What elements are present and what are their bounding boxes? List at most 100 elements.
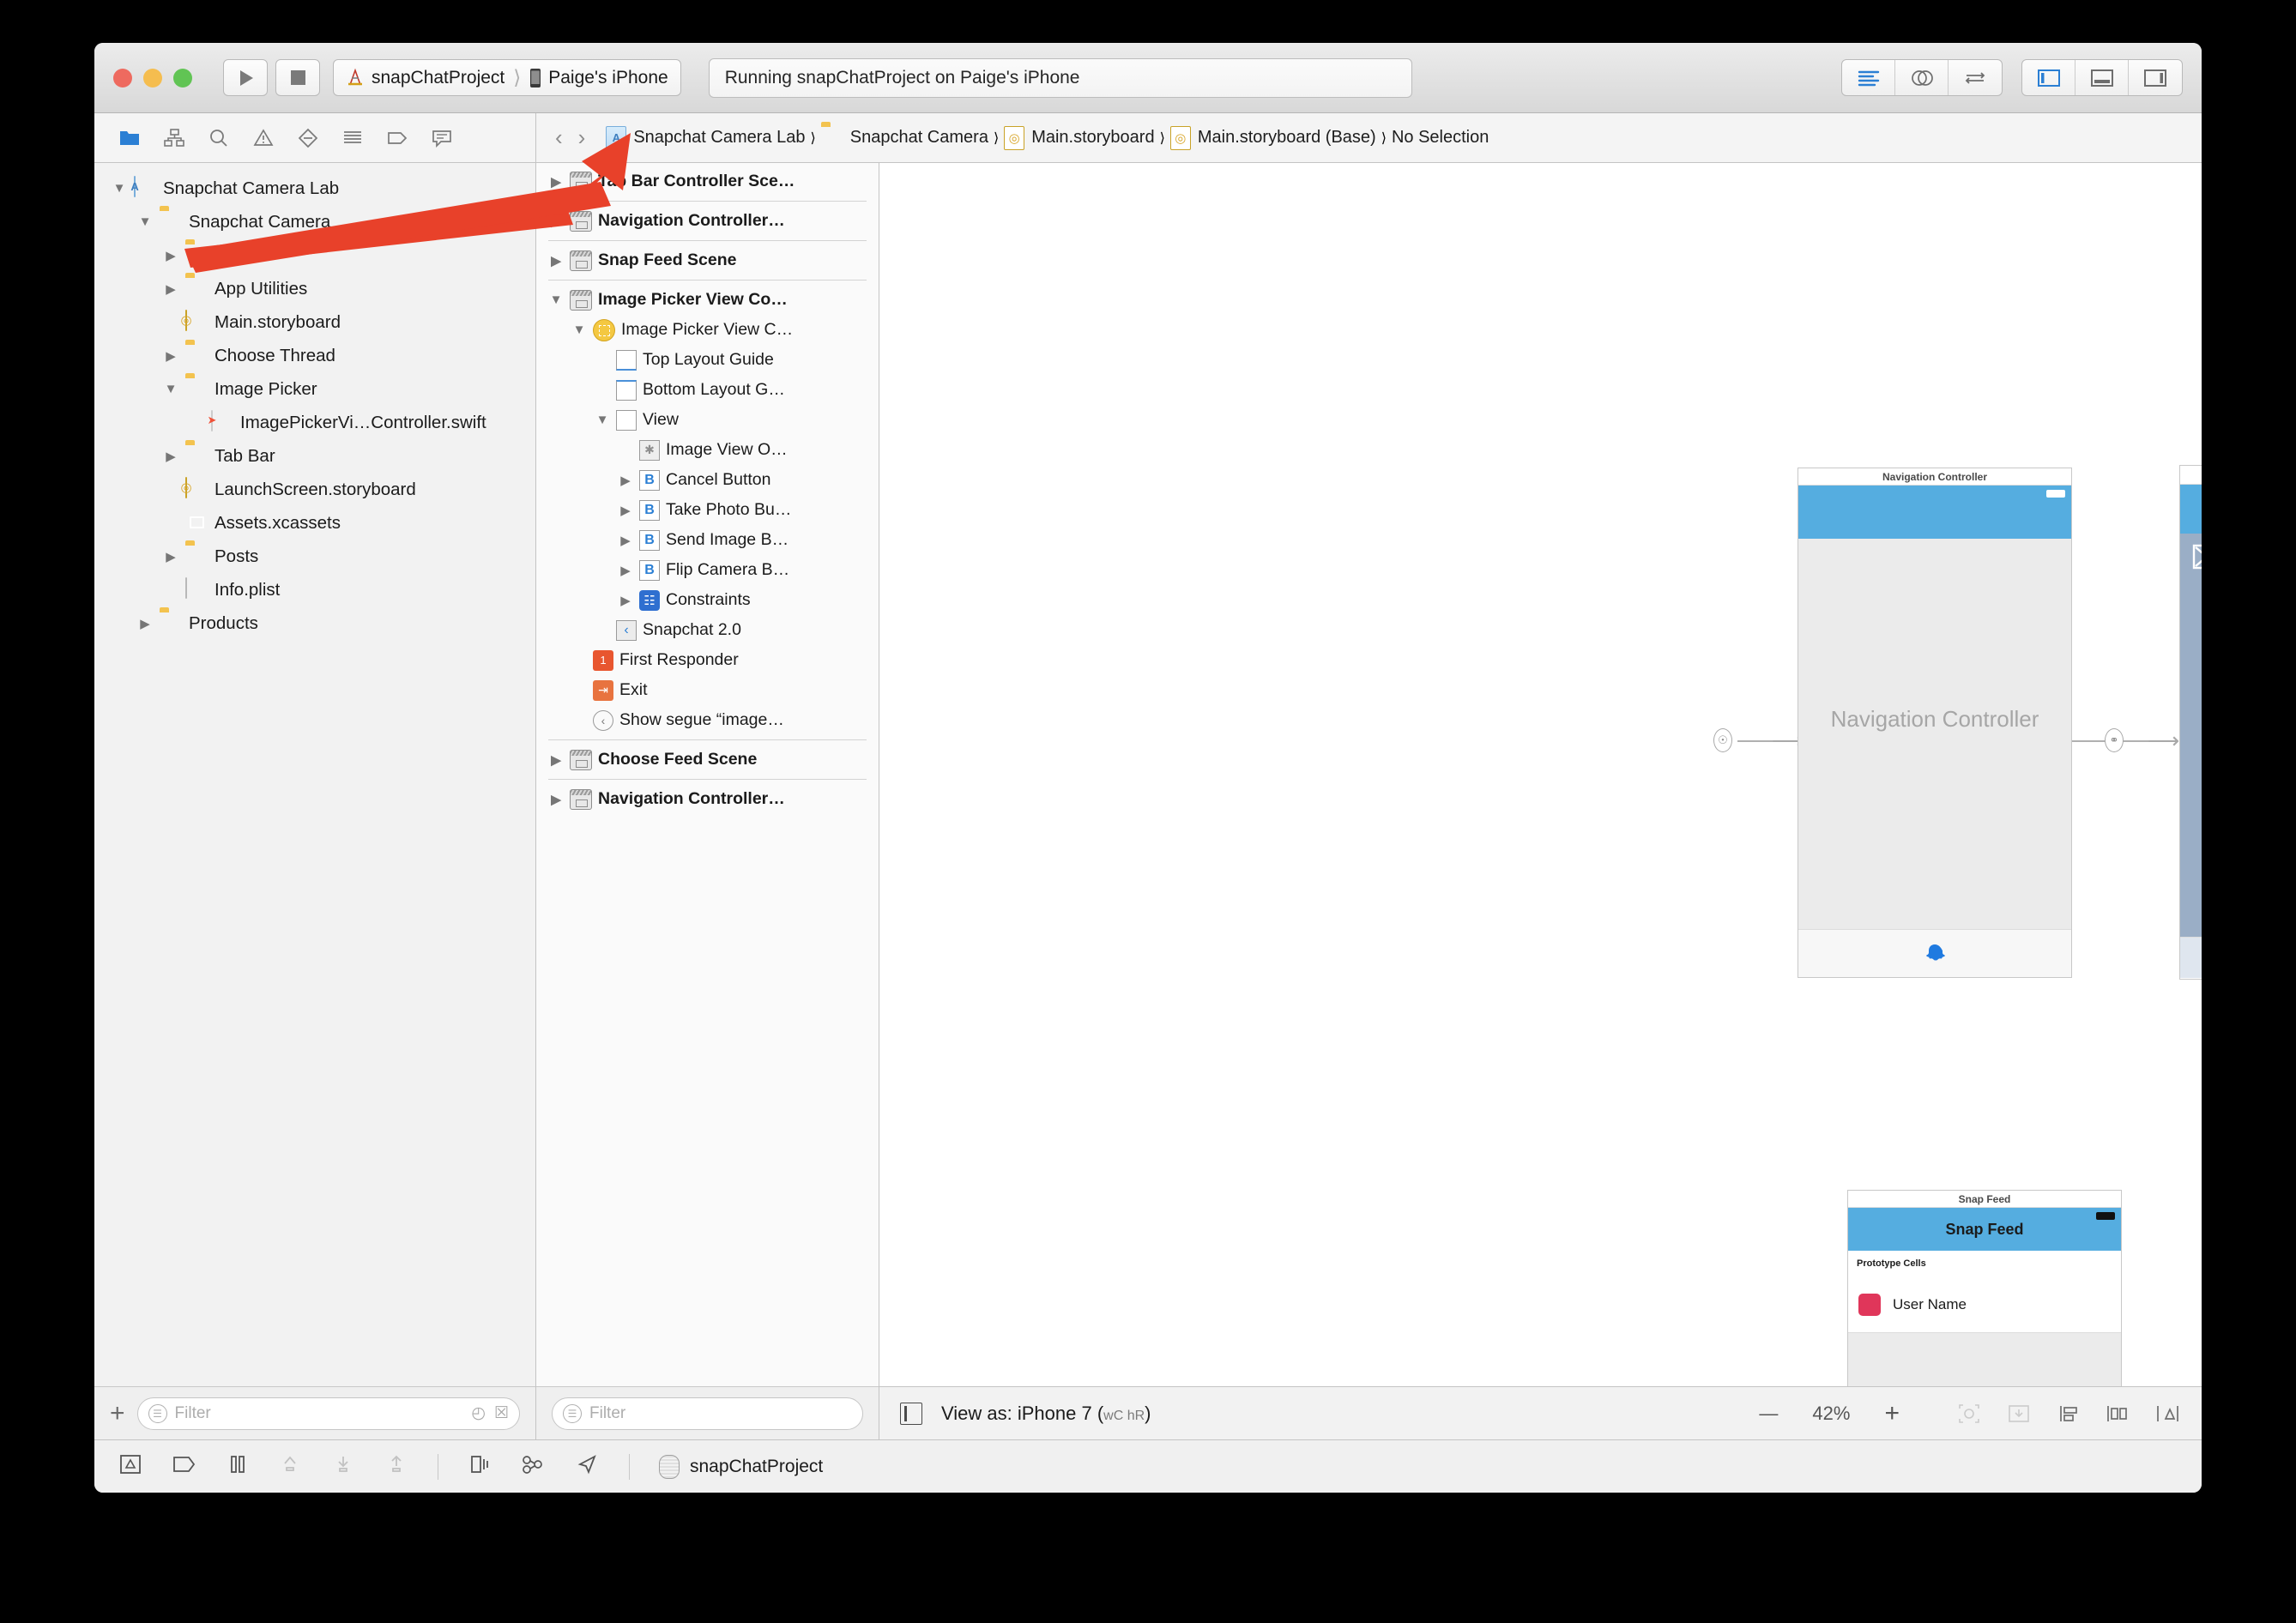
view-as-label[interactable]: View as: iPhone 7 (wC hR) <box>941 1403 1151 1425</box>
pause-icon[interactable] <box>227 1453 249 1481</box>
outline-row[interactable]: Image Picker View C… <box>536 315 879 345</box>
prototype-cell[interactable]: User Name <box>1848 1276 2121 1333</box>
outline-row[interactable]: ‹ Snapchat 2.0 <box>536 615 879 645</box>
maximize-window-button[interactable] <box>173 68 192 87</box>
navigator-row[interactable]: Products <box>94 606 535 640</box>
disclosure-triangle-icon[interactable] <box>618 563 633 578</box>
disclosure-triangle-icon[interactable] <box>548 293 564 307</box>
embed-in-icon[interactable] <box>2155 1403 2181 1425</box>
outline-row[interactable]: Snap Feed Scene <box>536 245 879 275</box>
issue-navigator-icon[interactable] <box>252 128 275 148</box>
align-icon[interactable] <box>2056 1403 2082 1425</box>
disclosure-triangle-icon[interactable] <box>548 214 564 229</box>
navigator-row[interactable]: Snapchat Camera Lab <box>94 172 535 205</box>
outline-row[interactable]: ⇥ Exit <box>536 675 879 705</box>
step-out-icon[interactable] <box>384 1453 408 1481</box>
breadcrumb-item-selection[interactable]: No Selection <box>1392 128 1489 148</box>
disclosure-triangle-icon[interactable] <box>163 382 178 396</box>
disclosure-triangle-icon[interactable] <box>618 473 633 488</box>
zoom-out-button[interactable]: — <box>1759 1403 1778 1425</box>
disclosure-triangle-icon[interactable] <box>163 248 178 263</box>
report-navigator-icon[interactable] <box>431 128 453 148</box>
test-navigator-icon[interactable] <box>297 128 319 148</box>
source-control-filter-icon[interactable]: ☒ <box>494 1403 509 1423</box>
scheme-selector[interactable]: snapChatProject ⟩ Paige's iPhone <box>333 59 681 96</box>
scene-image-picker[interactable]: Snapchat 2.0 UIImageView <box>2179 465 2202 980</box>
assistant-editor-button[interactable] <box>1895 60 1949 95</box>
breadcrumb-item-project[interactable]: Snapchat Camera Lab <box>606 125 805 150</box>
navigator-row[interactable]: Image Picker <box>94 372 535 406</box>
outline-row[interactable]: Choose Feed Scene <box>536 745 879 775</box>
view-hierarchy-icon[interactable] <box>468 1453 492 1481</box>
outline-row[interactable]: Navigation Controller… <box>536 206 879 236</box>
breakpoint-navigator-icon[interactable] <box>386 128 408 148</box>
location-simulate-icon[interactable] <box>576 1453 600 1481</box>
outline-row[interactable]: B Flip Camera B… <box>536 555 879 585</box>
scene-navigation-controller[interactable]: Navigation Controller Navigation Control… <box>1798 468 2072 978</box>
version-editor-button[interactable] <box>1949 60 2002 95</box>
navigator-row[interactable]: Choose Thread <box>94 339 535 372</box>
outline-row[interactable]: Image Picker View Co… <box>536 285 879 315</box>
navigator-row[interactable]: LaunchScreen.storyboard <box>94 473 535 506</box>
document-outline-toggle-icon[interactable] <box>900 1402 922 1425</box>
outline-row[interactable]: ‹ Show segue “image… <box>536 705 879 735</box>
disclosure-triangle-icon[interactable] <box>548 792 564 807</box>
disclosure-triangle-icon[interactable] <box>112 181 127 196</box>
resolve-auto-layout-issues-icon[interactable] <box>2006 1403 2032 1425</box>
outline-row[interactable]: B Send Image B… <box>536 525 879 555</box>
add-file-button[interactable]: + <box>110 1399 125 1428</box>
debug-process-item[interactable]: snapChatProject <box>659 1454 823 1479</box>
disclosure-triangle-icon[interactable] <box>548 752 564 768</box>
navigator-row[interactable]: Tab Bar <box>94 439 535 473</box>
breadcrumb-item-storyboard[interactable]: Main.storyboard <box>1004 125 1155 150</box>
utilities-toggle-button[interactable] <box>2129 60 2182 95</box>
disclosure-triangle-icon[interactable] <box>548 253 564 268</box>
debug-area-toggle-button[interactable] <box>2075 60 2129 95</box>
outline-row[interactable]: Top Layout Guide <box>536 345 879 375</box>
storyboard-canvas[interactable]: ⟶ ☉ ⚭ ⟶ ▦ ⟶ ⚭ ⟶ Navigation Controller <box>879 163 2202 1386</box>
outline-row[interactable]: Bottom Layout G… <box>536 375 879 405</box>
outline-row[interactable]: ✱ Image View O… <box>536 435 879 465</box>
debug-navigator-icon[interactable] <box>341 128 364 148</box>
close-window-button[interactable] <box>113 68 132 87</box>
navigator-row[interactable]: Snapchat Camera <box>94 205 535 238</box>
outline-row[interactable]: Tab Bar Controller Sce… <box>536 166 879 196</box>
disclosure-triangle-icon[interactable] <box>548 174 564 190</box>
navigator-filter-field[interactable]: ☰ Filter ◴ ☒ <box>136 1397 520 1430</box>
disclosure-triangle-icon[interactable] <box>571 323 587 337</box>
memory-graph-icon[interactable] <box>521 1453 547 1481</box>
recent-files-filter-icon[interactable]: ◴ <box>471 1403 486 1423</box>
outline-row[interactable]: Navigation Controller… <box>536 784 879 814</box>
zoom-in-button[interactable]: + <box>1884 1399 1900 1428</box>
navigator-toggle-button[interactable] <box>2022 60 2075 95</box>
run-button[interactable] <box>223 59 268 96</box>
scene-snap-feed[interactable]: Snap Feed Snap Feed Prototype Cells User… <box>1847 1190 2122 1386</box>
navigator-row[interactable]: Model <box>94 238 535 272</box>
disclosure-triangle-icon[interactable] <box>163 449 178 464</box>
step-over-icon[interactable] <box>278 1453 302 1481</box>
pin-icon[interactable] <box>2106 1403 2131 1425</box>
breadcrumb-item-group[interactable]: Snapchat Camera <box>821 126 988 150</box>
hierarchy-navigator-icon[interactable] <box>163 128 185 148</box>
uiimageview-body[interactable]: UIImageView <box>2180 534 2202 937</box>
outline-row[interactable]: 1 First Responder <box>536 645 879 675</box>
back-button[interactable]: ‹ <box>555 124 563 151</box>
disclosure-triangle-icon[interactable] <box>595 413 610 427</box>
outline-row[interactable]: View <box>536 405 879 435</box>
stop-button[interactable] <box>275 59 320 96</box>
disclosure-triangle-icon[interactable] <box>137 214 153 229</box>
disclosure-triangle-icon[interactable] <box>163 549 178 564</box>
disclosure-triangle-icon[interactable] <box>618 503 633 518</box>
navigator-row[interactable]: Posts <box>94 540 535 573</box>
breadcrumb-item-base[interactable]: Main.storyboard (Base) <box>1169 125 1376 150</box>
update-frames-icon[interactable] <box>1956 1403 1982 1425</box>
outline-row[interactable]: ☷ Constraints <box>536 585 879 615</box>
navigator-row[interactable]: ImagePickerVi…Controller.swift <box>94 406 535 439</box>
navigator-row[interactable]: Assets.xcassets <box>94 506 535 540</box>
navigator-row[interactable]: Info.plist <box>94 573 535 606</box>
disclosure-triangle-icon[interactable] <box>163 281 178 297</box>
disclosure-triangle-icon[interactable] <box>137 616 153 631</box>
step-into-icon[interactable] <box>331 1453 355 1481</box>
breakpoints-icon[interactable] <box>172 1453 197 1481</box>
outline-filter-field[interactable]: ☰ Filter <box>552 1397 863 1430</box>
